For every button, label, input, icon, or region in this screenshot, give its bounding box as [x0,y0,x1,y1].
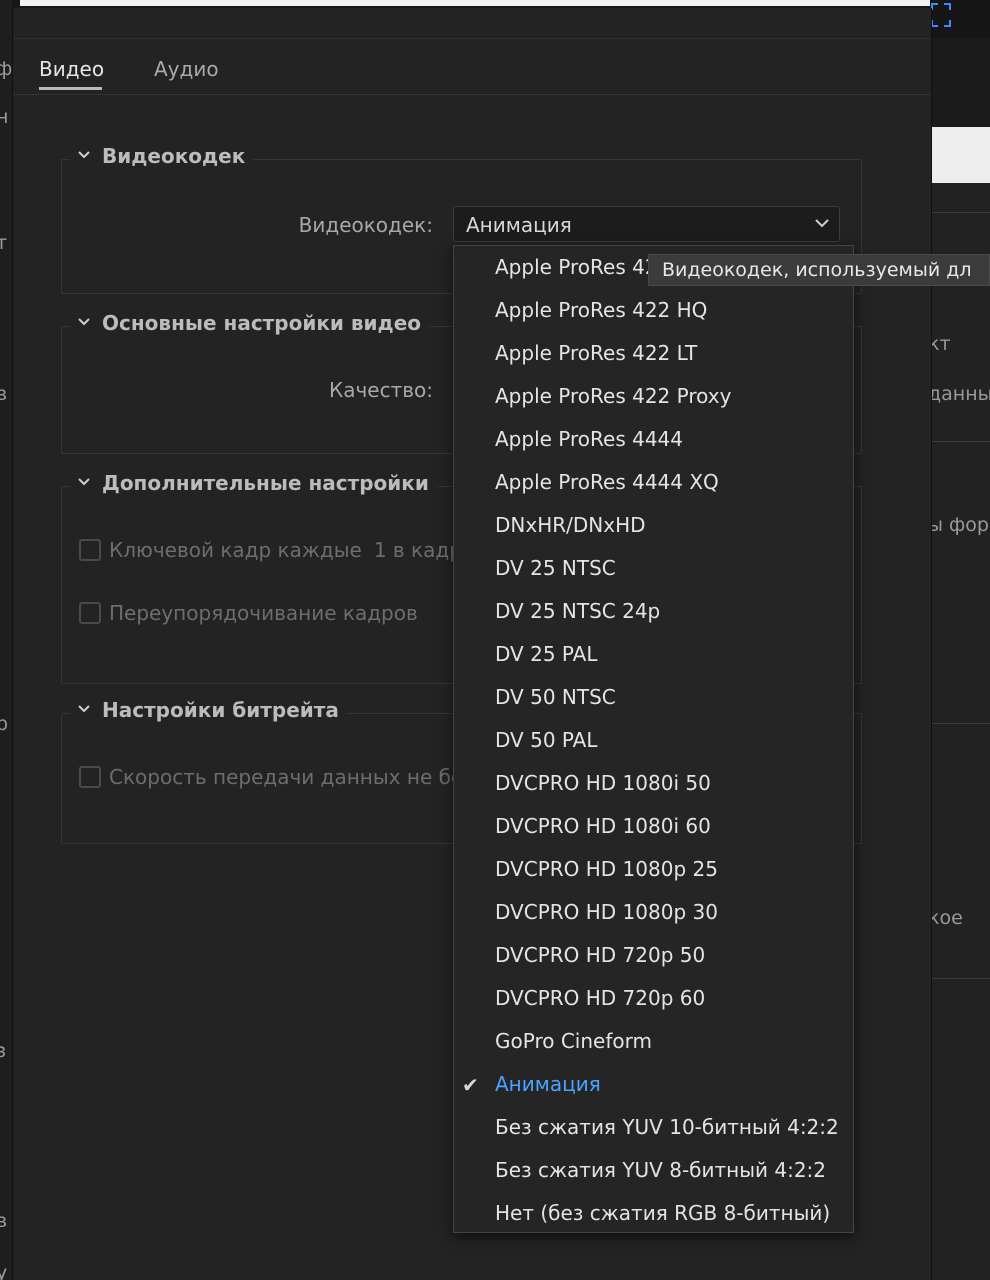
dropdown-item[interactable]: DV 25 NTSC 24p [454,591,853,634]
divider [930,978,990,979]
reorder-label: Переупорядочивание кадров [109,601,418,625]
dropdown-item-label: DVCPRO HD 1080i 50 [495,771,711,795]
dropdown-item-label: DVCPRO HD 720p 50 [495,943,706,967]
group-header[interactable]: Видеокодек [70,144,254,168]
dropdown-item-label: Без сжатия YUV 8-битный 4:2:2 [495,1158,827,1182]
background-left-panel: ф н т в р ı з в у [0,0,12,1280]
group-header[interactable]: Основные настройки видео [70,311,430,335]
tab-bar: Видео Аудио [13,38,931,95]
dropdown-item[interactable]: DVCPRO HD 720p 50 [454,935,853,978]
background-right-panel: кт данны ы фор кое [928,183,990,1280]
keyframe-row: Ключевой кадр каждые 1 в кадра [79,538,474,562]
dropdown-item[interactable]: DVCPRO HD 720p 60 [454,978,853,1021]
dropdown-item[interactable]: DVCPRO HD 1080p 25 [454,849,853,892]
background-text: ф [0,58,12,80]
dropdown-item-label: Apple ProRes 422 Proxy [495,384,732,408]
tab-audio[interactable]: Аудио [154,57,219,81]
bitrate-limit-checkbox[interactable] [79,766,101,788]
dropdown-item[interactable]: DV 25 PAL [454,634,853,677]
chevron-down-icon[interactable] [78,317,90,329]
dropdown-item-label: DNxHR/DNxHD [495,513,646,537]
dropdown-item-label: DVCPRO HD 1080p 30 [495,900,718,924]
background-text: ı [0,811,1,833]
dropdown-item[interactable]: Apple ProRes 4444 XQ [454,462,853,505]
tooltip-text: Видеокодек, используемый дл [662,259,972,281]
group-header[interactable]: Дополнительные настройки [70,471,437,495]
dropdown-item-label: Нет (без сжатия RGB 8-битный) [495,1201,831,1225]
dropdown-item[interactable]: Apple ProRes 422 Proxy [454,376,853,419]
dropdown-item[interactable]: DNxHR/DNxHD [454,505,853,548]
background-text: н [0,106,9,128]
reorder-checkbox[interactable] [79,602,101,624]
dropdown-item-label: Анимация [495,1072,601,1096]
dropdown-item-label: DV 25 NTSC [495,556,616,580]
divider [930,212,990,213]
dropdown-item-label: DV 25 PAL [495,642,598,666]
dropdown-item-label: GoPro Cineform [495,1029,652,1053]
background-text: кое [928,907,963,929]
dropdown-item[interactable]: ✔ Анимация [454,1064,853,1107]
codec-select-value: Анимация [466,213,572,237]
dropdown-item[interactable]: GoPro Cineform [454,1021,853,1064]
background-text: з [0,1040,7,1062]
keyframe-checkbox[interactable] [79,539,101,561]
dropdown-item-label: DV 25 NTSC 24p [495,599,661,623]
dropdown-item-label: Без сжатия YUV 10-битный 4:2:2 [495,1115,839,1139]
dropdown-item-label: DV 50 PAL [495,728,598,752]
checkmark-icon: ✔ [462,1073,479,1097]
quality-field-label: Качество: [329,378,433,402]
dropdown-item-label: Apple ProRes 4444 XQ [495,470,719,494]
dropdown-item[interactable]: Apple ProRes 422 HQ [454,290,853,333]
bitrate-limit-row: Скорость передачи данных не бол [79,765,476,789]
bitrate-limit-label: Скорость передачи данных не бол [109,765,476,789]
dropdown-item[interactable]: Без сжатия YUV 10-битный 4:2:2 [454,1107,853,1150]
dropdown-item-label: Apple ProRes 422 HQ [495,298,708,322]
background-text: в [0,1210,8,1232]
dropdown-item-label: DVCPRO HD 1080p 25 [495,857,718,881]
dropdown-item[interactable]: Нет (без сжатия RGB 8-битный) [454,1193,853,1232]
dropdown-item[interactable]: Apple ProRes 4444 [454,419,853,462]
dropdown-item-label: DVCPRO HD 1080i 60 [495,814,711,838]
codec-select[interactable]: Анимация [453,206,840,242]
background-text: данны [928,383,990,405]
codec-tooltip: Видеокодек, используемый дл [648,254,990,286]
group-title: Настройки битрейта [102,698,339,722]
active-tab-indicator [39,87,102,90]
dropdown-item[interactable]: DVCPRO HD 1080i 60 [454,806,853,849]
codec-dropdown-list[interactable]: Apple ProRes 422 Apple ProRes 422 HQ Apple… [453,245,854,1233]
dropdown-item[interactable]: Без сжатия YUV 8-битный 4:2:2 [454,1150,853,1193]
chevron-down-icon[interactable] [78,704,90,716]
dropdown-item[interactable]: DVCPRO HD 1080p 30 [454,892,853,935]
keyframe-label: Ключевой кадр каждые [109,538,362,562]
dropdown-item-label: Apple ProRes 4444 [495,427,683,451]
dropdown-item[interactable]: DV 50 PAL [454,720,853,763]
background-text: в [0,383,8,405]
background-text: т [0,232,8,254]
background-text: р [0,713,9,735]
dropdown-item-label: DVCPRO HD 720p 60 [495,986,706,1010]
group-header[interactable]: Настройки битрейта [70,698,347,722]
dropdown-item-label: Apple ProRes 422 LT [495,341,698,365]
divider [930,723,990,724]
tab-video[interactable]: Видео [39,57,104,81]
chevron-down-icon [815,213,829,232]
dropdown-item-label: DV 50 NTSC [495,685,616,709]
background-white-strip [20,0,930,6]
dropdown-item[interactable]: DV 50 NTSC [454,677,853,720]
dropdown-item-label: Apple ProRes 422 [495,255,671,279]
background-text: ы фор [928,514,989,536]
dropdown-item[interactable]: Apple ProRes 422 LT [454,333,853,376]
background-text: у [0,1262,8,1280]
reorder-row: Переупорядочивание кадров [79,601,418,625]
divider [930,441,990,442]
group-title: Основные настройки видео [102,311,422,335]
codec-field-label: Видеокодек: [298,213,433,237]
chevron-down-icon[interactable] [78,477,90,489]
dropdown-item[interactable]: DV 25 NTSC [454,548,853,591]
group-title: Дополнительные настройки [102,471,429,495]
fullscreen-icon[interactable] [930,2,952,28]
group-title: Видеокодек [102,144,246,168]
chevron-down-icon[interactable] [78,150,90,162]
dropdown-item[interactable]: DVCPRO HD 1080i 50 [454,763,853,806]
